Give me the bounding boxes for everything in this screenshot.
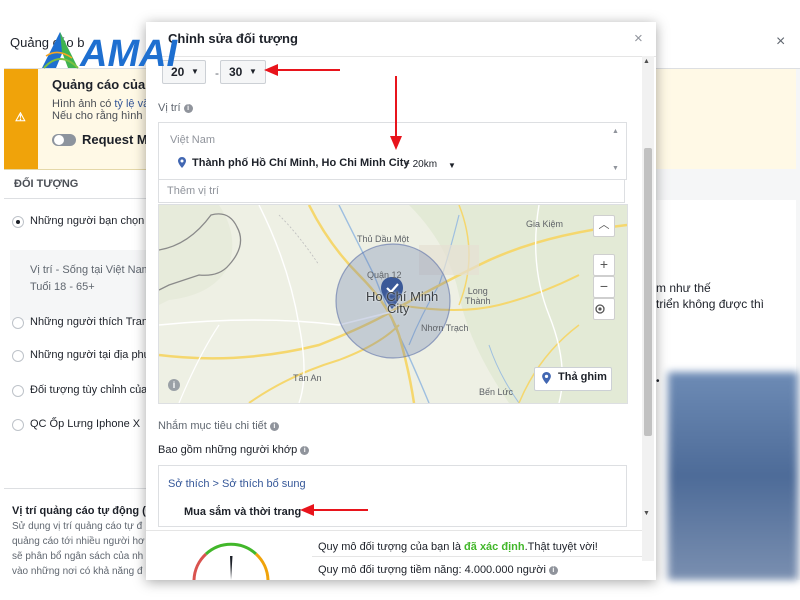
map-label-thu-dau-mot: Thủ Dầu Một	[357, 234, 410, 244]
detailed-targeting-label: Nhắm mục tiêu chi tiết i	[158, 420, 279, 432]
map-pin-icon	[178, 157, 186, 171]
warning-line-1: Hình ảnh có tỷ lệ văn	[52, 98, 156, 110]
map-label-quan-12: Quận 12	[367, 270, 402, 280]
audience-detail-location: Vị trí - Sống tại Việt Nam:	[30, 264, 154, 276]
info-icon: i	[300, 446, 310, 455]
location-radius[interactable]: + 20km	[404, 159, 437, 170]
map-zoom-out-button[interactable]: −	[593, 276, 615, 298]
audience-radio[interactable]	[12, 350, 24, 362]
map-zoom-in-button[interactable]: +	[593, 254, 615, 276]
audience-title: ĐỐI TƯỢNG	[14, 178, 79, 190]
placement-line: quảng cáo tới nhiều người hơ	[12, 536, 145, 547]
placement-title: Vị trí quảng cáo tự động (Đ	[12, 505, 154, 517]
include-label: Bao gồm những người khớp i	[158, 444, 310, 456]
logo-text: AMAI	[79, 33, 179, 72]
location-city[interactable]: Thành phố Hồ Chí Minh, Ho Chi Minh City	[192, 157, 410, 169]
audience-radio[interactable]	[12, 385, 24, 397]
placement-line: Sử dụng vị trí quảng cáo tự đ	[12, 521, 143, 532]
background-close-icon[interactable]: ×	[776, 33, 785, 51]
toggle-knob	[54, 135, 64, 145]
map-label-long-thanh: Long Thành	[465, 286, 491, 306]
audience-list	[4, 199, 148, 489]
interest-item[interactable]: Mua sắm và thời trang	[184, 506, 301, 518]
map-label-gia-kiem: Gia Kiệm	[526, 219, 564, 229]
audience-option-3[interactable]: Những người tại địa phươ	[30, 349, 158, 361]
location-label: Vị trí i	[158, 102, 193, 114]
map-label-nhon-trach: Nhơn Trạch	[421, 323, 469, 333]
info-icon: i	[183, 104, 193, 113]
blurred-preview	[668, 372, 798, 580]
right-text-2: triển không được thì	[656, 297, 764, 311]
map-info-icon[interactable]: i	[168, 379, 180, 391]
drop-pin-label: Thả ghim	[558, 371, 607, 383]
map-label-tan-an: Tân An	[293, 373, 322, 383]
audience-gauge-icon	[186, 542, 276, 580]
placement-line: sẽ phân bổ ngân sách của nh	[12, 551, 144, 562]
chevron-down-icon[interactable]: ▼	[448, 161, 456, 170]
map-label-city-2: City	[387, 301, 410, 316]
warning-icon: ⚠	[15, 110, 26, 124]
chevron-down-icon: ▼	[249, 67, 257, 76]
interest-breadcrumb[interactable]: Sở thích > Sở thích bổ sung	[168, 478, 306, 490]
right-bullet: •	[656, 376, 660, 387]
warning-title: Quảng cáo của b	[52, 77, 157, 92]
scroll-down-icon[interactable]: ▼	[612, 165, 619, 172]
divider	[312, 556, 642, 557]
audience-option-2[interactable]: Những người thích Trang	[30, 316, 154, 328]
annotation-arrow	[390, 76, 402, 150]
modal-scroll-thumb[interactable]	[644, 148, 652, 436]
info-icon: i	[269, 422, 279, 431]
audience-option-5[interactable]: QC Ốp Lưng Iphone X	[30, 418, 140, 430]
placement-line: vào những nơi có khả năng đ	[12, 566, 143, 577]
map-pin-icon	[542, 372, 551, 387]
audience-option-1[interactable]: Những người bạn chọn th	[30, 215, 157, 227]
warning-line-2: Nếu cho rằng hình ả	[52, 110, 152, 122]
amai-logo: AMAI	[40, 28, 200, 75]
audience-radio[interactable]	[12, 419, 24, 431]
age-max-dropdown[interactable]: 30 ▼	[220, 60, 266, 84]
audience-radio-selected[interactable]	[12, 216, 24, 228]
audience-radio[interactable]	[12, 317, 24, 329]
toggle-label: Request Ma	[82, 132, 155, 147]
location-country: Việt Nam	[170, 134, 216, 146]
info-icon: i	[548, 566, 558, 575]
modal-close-icon[interactable]: ×	[634, 30, 643, 47]
scroll-up-icon[interactable]: ▲	[612, 128, 619, 135]
audience-size-status: Quy mô đối tượng của bạn là đã xác định.…	[318, 541, 598, 553]
locate-me-button[interactable]	[593, 298, 615, 320]
annotation-arrow	[300, 504, 368, 516]
audience-option-4[interactable]: Đối tượng tùy chỉnh của b	[30, 384, 156, 396]
annotation-arrow	[264, 64, 340, 76]
map-label-ben-luc: Bến Lức	[479, 387, 514, 397]
scroll-up-icon[interactable]: ▲	[643, 58, 650, 65]
potential-reach: Quy mô đối tượng tiềm năng: 4.000.000 ng…	[318, 564, 558, 576]
map-collapse-button[interactable]: ︿	[593, 215, 615, 237]
warning-box-right	[656, 69, 796, 169]
scroll-down-icon[interactable]: ▼	[643, 510, 650, 517]
add-location-field[interactable]	[158, 179, 625, 203]
age-separator: -	[215, 66, 219, 80]
audience-detail-age: Tuổi 18 - 65+	[30, 281, 95, 293]
add-location-input[interactable]	[165, 182, 609, 200]
age-max-value: 30	[229, 65, 243, 79]
target-icon	[595, 304, 605, 314]
right-text-1: m như thế	[656, 281, 711, 295]
